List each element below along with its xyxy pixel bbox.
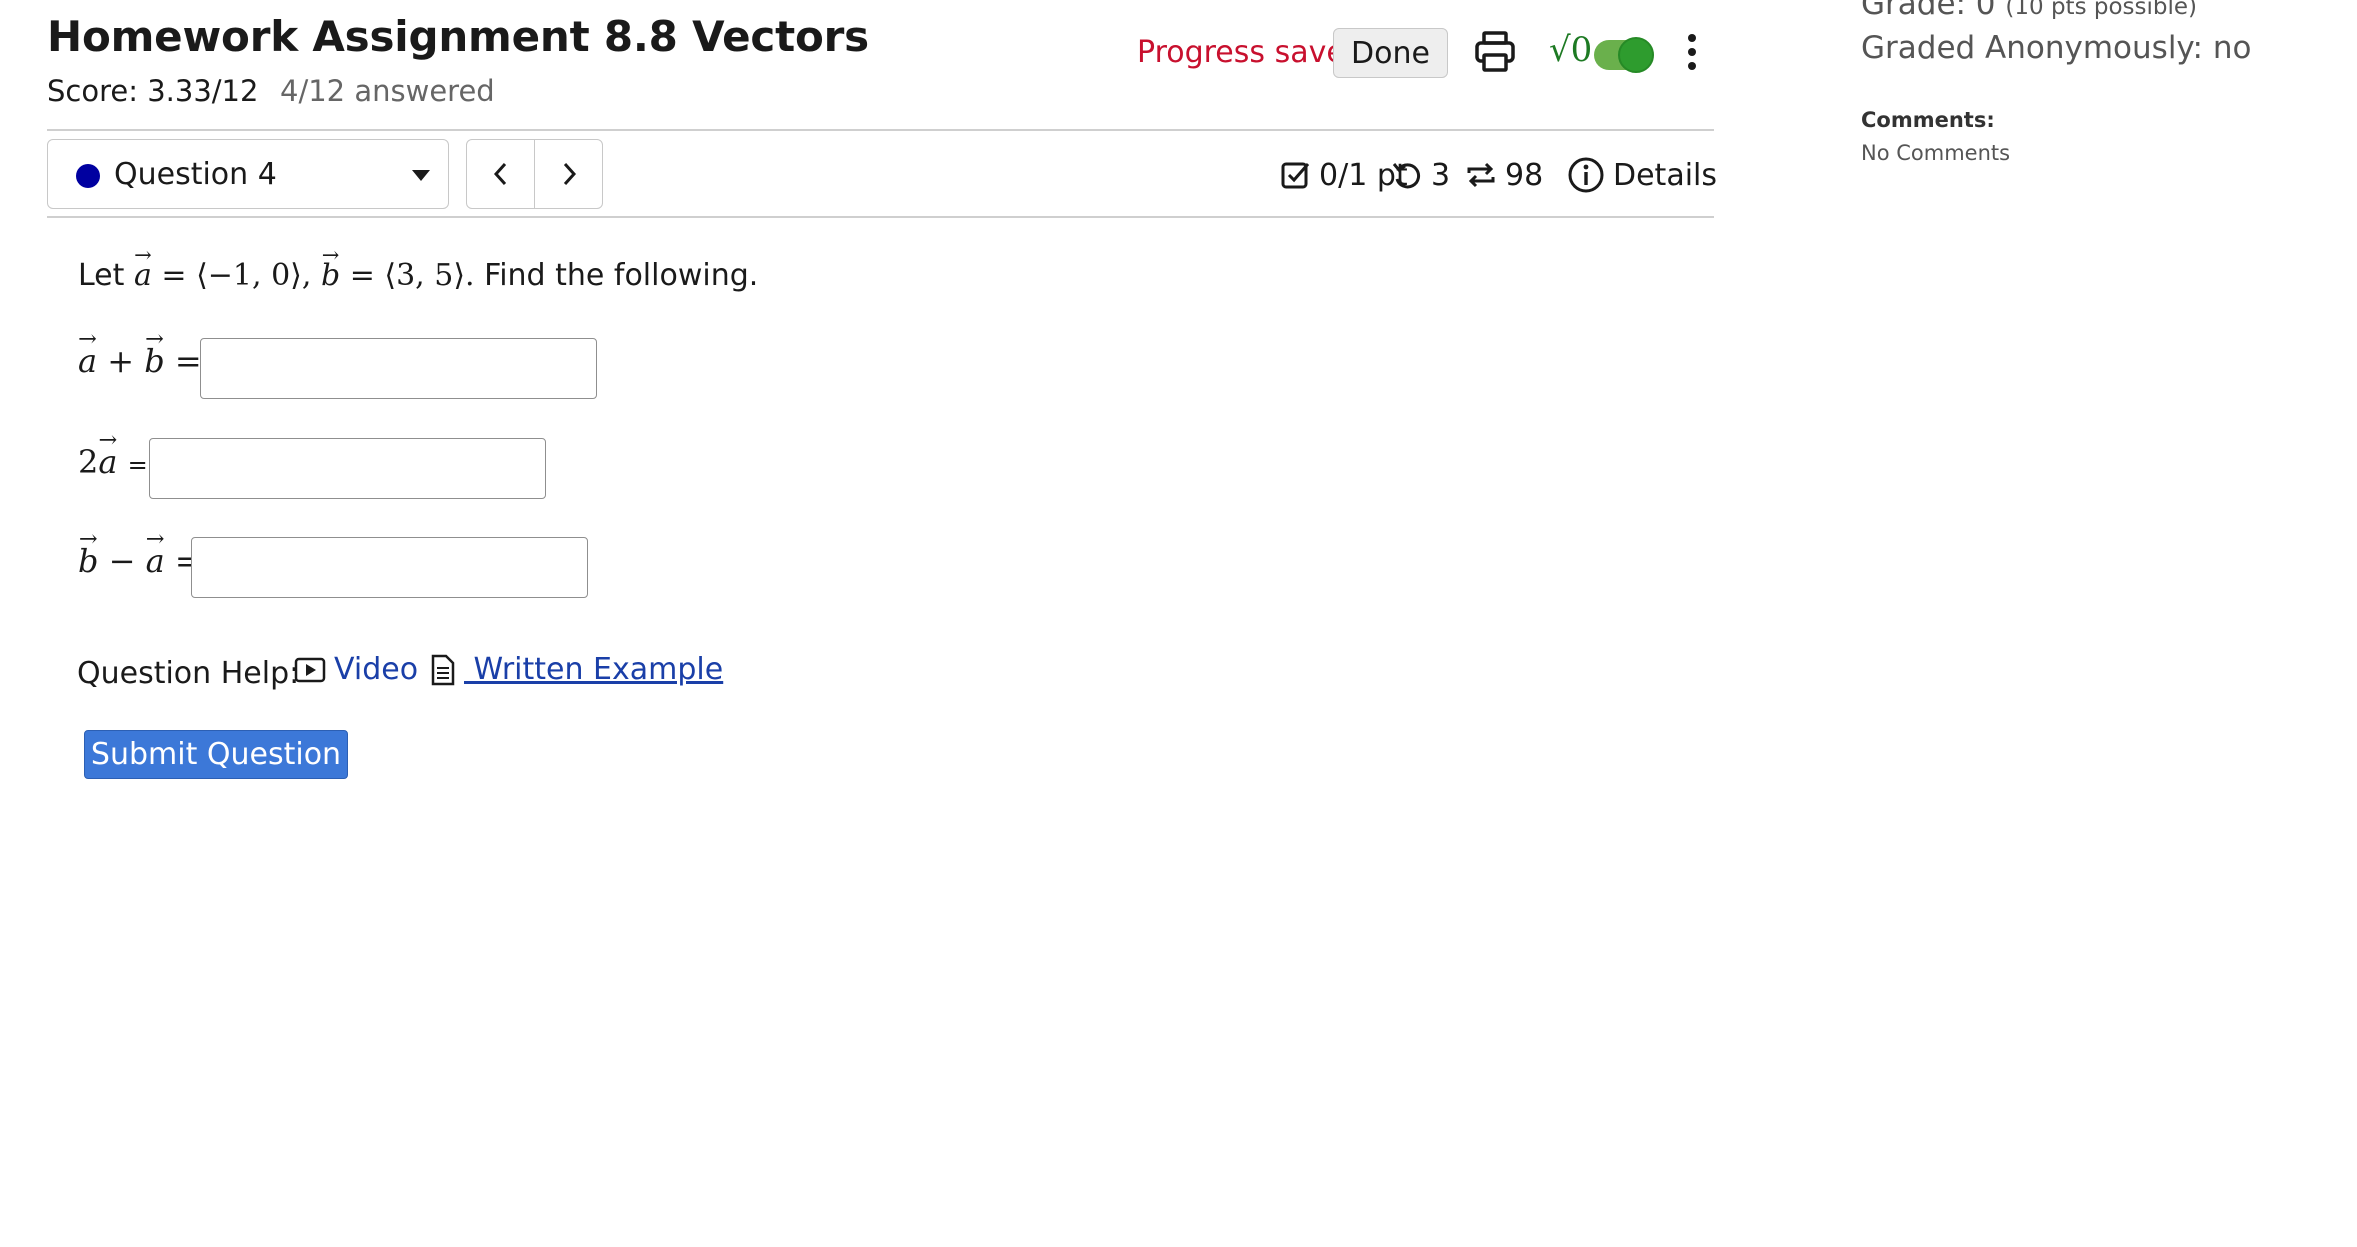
question-help-label: Question Help: xyxy=(77,656,300,691)
video-help-link[interactable]: Video xyxy=(294,652,418,687)
question-select-label: Question 4 xyxy=(114,157,277,192)
details-label: Details xyxy=(1613,157,1718,193)
kebab-menu-icon[interactable] xyxy=(1680,30,1704,74)
question-pager xyxy=(466,139,603,209)
info-icon xyxy=(1568,157,1604,193)
difference-answer-input[interactable] xyxy=(191,537,588,598)
done-button[interactable]: Done xyxy=(1333,28,1448,78)
chevron-left-icon xyxy=(493,162,506,186)
vector-a-symbol: a xyxy=(134,258,152,293)
written-example-link[interactable]: Written Example xyxy=(430,652,723,687)
submit-question-button[interactable]: Submit Question xyxy=(84,730,348,779)
attempts-text: 3 xyxy=(1431,157,1451,193)
scalar-multiple-answer-input[interactable] xyxy=(149,438,546,499)
difference-label: b − a = xyxy=(78,542,202,580)
question-prompt: Let a = ⟨−1, 0⟩, b = ⟨3, 5⟩. Find the fo… xyxy=(78,258,758,293)
details-button[interactable]: Details xyxy=(1567,153,1717,197)
toggle-knob xyxy=(1618,37,1654,73)
comments-heading: Comments: xyxy=(1861,108,1995,132)
document-icon xyxy=(431,654,455,685)
caret-down-icon xyxy=(412,170,430,181)
checkbox-icon xyxy=(1281,162,1310,189)
sum-label: a + b = xyxy=(78,342,202,380)
printer-icon[interactable] xyxy=(1474,30,1516,74)
question-select[interactable]: Question 4 xyxy=(47,139,449,209)
grade-text: Grade: 0 (10 pts possible) xyxy=(1861,0,2198,22)
previous-question-button[interactable] xyxy=(467,140,534,208)
versions-text: 98 xyxy=(1505,157,1544,193)
versions-icon xyxy=(1467,162,1495,188)
sqrt-icon[interactable]: √0 xyxy=(1549,30,1592,70)
progress-status: Progress saved xyxy=(1137,35,1364,70)
vector-b-symbol: b xyxy=(321,258,340,293)
video-icon xyxy=(294,657,326,682)
chevron-right-icon xyxy=(563,162,576,186)
sum-answer-input[interactable] xyxy=(200,338,597,399)
graded-anonymously: Graded Anonymously: no xyxy=(1861,30,2252,66)
answered-count: 4/12 answered xyxy=(280,74,495,108)
question-status-dot xyxy=(76,164,100,188)
versions-info: 98 xyxy=(1465,153,1543,197)
points-info: 0/1 pt xyxy=(1281,153,1408,197)
vector-b-value: = ⟨3, 5⟩. xyxy=(349,258,475,293)
vector-a-value: = ⟨−1, 0⟩, xyxy=(161,258,312,293)
attempts-info: 3 xyxy=(1391,153,1450,197)
nav-divider xyxy=(47,216,1714,218)
retry-icon xyxy=(1392,163,1421,189)
assignment-title: Homework Assignment 8.8 Vectors xyxy=(47,12,869,61)
comments-value: No Comments xyxy=(1861,141,2011,165)
scalar-multiple-label: 2a = xyxy=(78,443,148,481)
score-text: Score: 3.33/12 xyxy=(47,74,259,108)
next-question-button[interactable] xyxy=(534,140,602,208)
math-entry-toggle[interactable] xyxy=(1594,37,1654,73)
header-divider xyxy=(47,129,1714,131)
